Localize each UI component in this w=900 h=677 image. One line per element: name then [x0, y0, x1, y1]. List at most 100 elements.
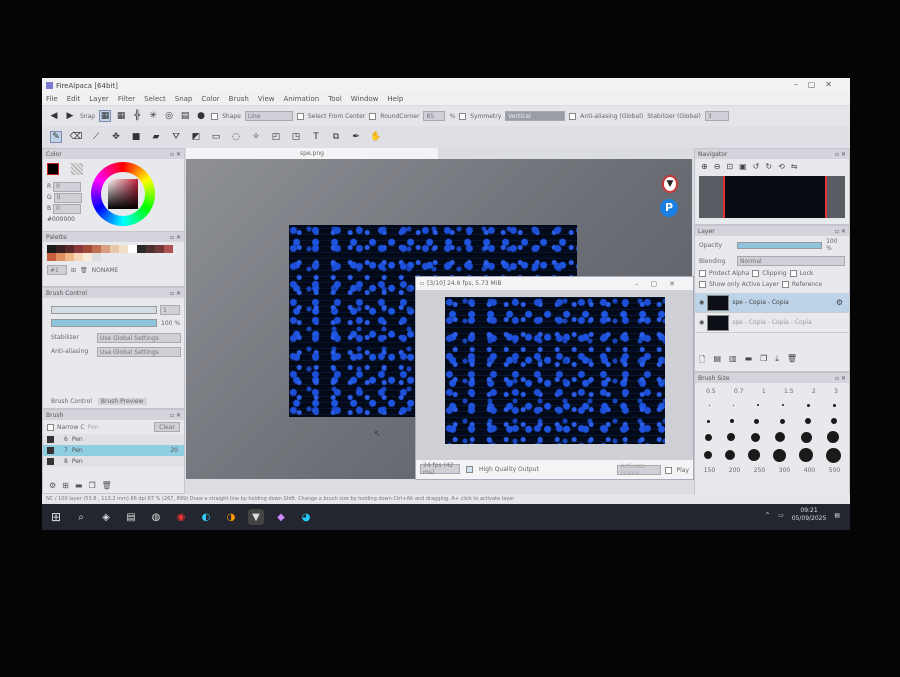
operation-tool-icon[interactable]: ⧉ [330, 131, 342, 143]
palette-close-icon[interactable]: ▫ ✕ [170, 234, 181, 241]
zoom-fit-icon[interactable]: ⊡ [726, 162, 733, 171]
r-input[interactable]: 0 [53, 181, 82, 192]
rotate-reset-icon[interactable]: ⟲ [778, 162, 785, 171]
brush-size-label[interactable]: 200 [729, 467, 740, 474]
start-icon[interactable]: ⊞ [48, 509, 64, 525]
snap-curve-icon[interactable]: ▤ [179, 110, 191, 122]
merge-down-icon[interactable]: ⤓ [775, 354, 779, 368]
menu-filter[interactable]: Filter [118, 95, 135, 103]
panel-close-icon[interactable]: ▫ ✕ [170, 151, 181, 158]
menu-view[interactable]: View [258, 95, 275, 103]
brush-copy-icon[interactable]: ❐ [88, 481, 95, 490]
menu-animation[interactable]: Animation [284, 95, 320, 103]
brush-size-dot[interactable] [781, 404, 784, 406]
palette-delete-icon[interactable]: 🗑 [80, 267, 88, 274]
rotate-left-icon[interactable]: ↺ [753, 162, 760, 171]
menu-color[interactable]: Color [201, 95, 219, 103]
edge-icon[interactable]: ◐ [198, 509, 214, 525]
brush-size-dot[interactable] [772, 448, 786, 462]
brush-size-dot[interactable] [707, 419, 711, 423]
brush-size-close-icon[interactable]: ▫ ✕ [835, 375, 846, 382]
antialias-checkbox[interactable] [569, 112, 577, 120]
brush-list-item[interactable]: 6 Pen [43, 434, 184, 445]
layer-opacity-slider[interactable] [736, 241, 823, 249]
zoom-out-icon[interactable]: ⊖ [714, 162, 721, 171]
reference-checkbox[interactable] [781, 281, 789, 288]
flip-icon[interactable]: ⇋ [791, 162, 798, 171]
show-only-active-checkbox[interactable] [699, 281, 706, 288]
brush-size-dot[interactable] [825, 447, 841, 463]
palette-swatch[interactable] [56, 253, 65, 261]
clock-time[interactable]: 09:21 [792, 507, 827, 515]
navigator-thumbnail[interactable] [699, 176, 845, 218]
delete-layer-icon[interactable]: 🗑 [787, 354, 797, 368]
tab-brush-preview[interactable]: Brush Preview [97, 398, 147, 405]
palette-swatch[interactable] [83, 245, 92, 253]
document-tab[interactable]: spe.png [186, 148, 438, 159]
brush-size-label[interactable]: 0.7 [734, 388, 744, 395]
snap-circle-icon[interactable]: ◎ [163, 110, 175, 122]
brush-size-label[interactable]: 150 [704, 467, 715, 474]
symmetry-select[interactable]: Vertical [505, 111, 566, 121]
brush-size-dot[interactable] [708, 404, 710, 406]
menu-window[interactable]: Window [351, 95, 379, 103]
firealpaca-taskbar-icon[interactable]: ▼ [248, 509, 264, 525]
lock-checkbox[interactable] [789, 270, 797, 277]
new-layer-icon[interactable]: 🗋 [699, 354, 705, 368]
brush-size-dot[interactable] [804, 418, 811, 424]
text-tool-icon[interactable]: T [310, 131, 322, 143]
gradient-tool-icon[interactable]: ◩ [190, 131, 202, 143]
symmetry-checkbox[interactable] [459, 112, 467, 120]
zoom-in-icon[interactable]: ⊕ [701, 162, 708, 171]
pixiv-icon[interactable]: P [660, 199, 678, 217]
brush-size-label[interactable]: 2 [812, 388, 816, 395]
clipping-checkbox[interactable] [752, 270, 760, 277]
palette-swatch[interactable] [110, 245, 119, 253]
magic-wand-icon[interactable]: ✧ [250, 131, 262, 143]
palette-swatch[interactable] [74, 253, 83, 261]
brush-add-icon[interactable]: ⊞ [62, 481, 69, 490]
fps-select[interactable]: 24 fps (42 ms) [420, 462, 460, 476]
brush-size-label[interactable]: 300 [779, 467, 790, 474]
g-input[interactable]: 0 [53, 192, 82, 203]
virtualbox-icon[interactable]: ◈ [98, 509, 114, 525]
snap-grid-icon[interactable]: ▦ [115, 110, 127, 122]
color-wheel[interactable] [91, 162, 155, 226]
brush-list-item[interactable]: 7 Pen 20 [43, 445, 184, 456]
menu-help[interactable]: Help [387, 95, 403, 103]
snap-off-icon[interactable]: ▦ [99, 110, 112, 122]
brush-size-dot[interactable] [732, 404, 734, 406]
brush-list-item[interactable]: 8 Pen [43, 456, 184, 467]
files-icon[interactable]: ▤ [123, 509, 139, 525]
brush-size-dot[interactable] [832, 403, 836, 407]
eraser-tool-icon[interactable]: ⌫ [70, 131, 83, 143]
zoom-reset-icon[interactable]: ▣ [739, 162, 747, 171]
snap-dot-icon[interactable]: ● [195, 110, 207, 122]
brush-size-dot[interactable] [756, 404, 759, 406]
palette-swatch[interactable] [137, 245, 146, 253]
shape-checkbox[interactable] [211, 112, 219, 120]
tab-brush-control[interactable]: Brush Control [51, 398, 92, 405]
protect-alpha-checkbox[interactable] [699, 270, 706, 277]
transparent-swatch[interactable] [71, 163, 83, 175]
palette-swatch[interactable] [74, 245, 83, 253]
palette-swatch[interactable] [164, 245, 173, 253]
next-icon[interactable]: ▶ [64, 110, 76, 122]
dot-tool-icon[interactable]: ⟋ [90, 131, 102, 143]
brush-size-dot[interactable] [830, 418, 837, 424]
layer-folder-icon[interactable]: ▬ [745, 354, 753, 368]
layer-item[interactable]: ◉ spe - Copia - Copia ⚙ [695, 293, 849, 313]
brush-size-dot[interactable] [704, 433, 712, 441]
layer-item[interactable]: ◉ spe - Copia - Copia - Copia [695, 313, 849, 333]
layer-visibility-icon[interactable]: ◉ [699, 319, 704, 326]
brush-size-dot[interactable] [747, 449, 760, 461]
tray-chevron-icon[interactable]: ^ [765, 512, 770, 519]
firefox-icon[interactable]: ◑ [223, 509, 239, 525]
palette-swatch[interactable] [101, 245, 110, 253]
brush-size-label[interactable]: 0.5 [706, 388, 716, 395]
palette-swatch[interactable] [146, 245, 155, 253]
menu-file[interactable]: File [46, 95, 58, 103]
steam-icon[interactable]: ◍ [148, 509, 164, 525]
select-pen-icon[interactable]: ◰ [270, 131, 282, 143]
brush-size-dot[interactable] [727, 433, 736, 441]
